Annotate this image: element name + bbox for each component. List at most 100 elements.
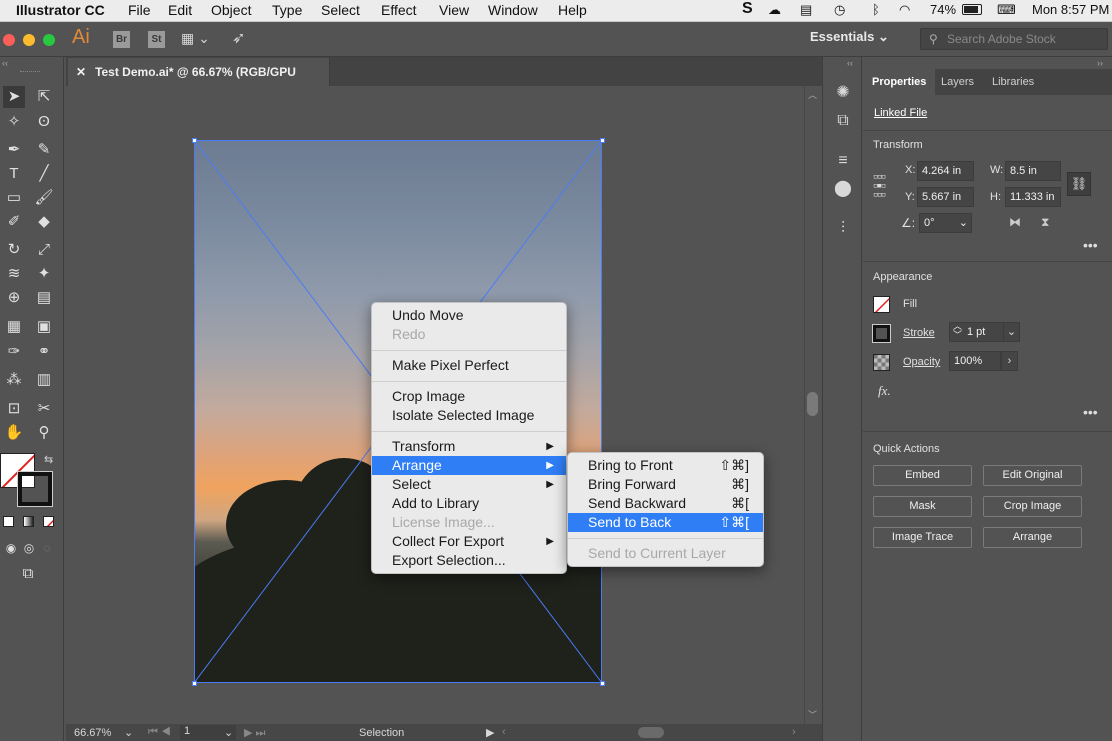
crop-image-button[interactable]: Crop Image — [983, 496, 1082, 517]
menu-item-crop-image[interactable]: Crop Image — [372, 387, 566, 406]
wifi-icon[interactable]: ◠ — [899, 2, 910, 18]
stroke-link[interactable]: Stroke — [903, 327, 935, 339]
embed-button[interactable]: Embed — [873, 465, 972, 486]
pen-tool-icon[interactable]: ✒ — [3, 139, 25, 161]
slice-tool-icon[interactable]: ✂ — [33, 398, 55, 420]
battery-icon[interactable] — [962, 4, 982, 15]
zoom-tool-icon[interactable]: ⚲ — [33, 422, 55, 444]
vertical-scrollbar[interactable]: ︿ ﹀ — [804, 86, 820, 724]
menu-type[interactable]: Type — [272, 2, 302, 18]
opacity-arrow-icon[interactable]: › — [1001, 351, 1018, 371]
screen-mode-icon[interactable]: ⧉ — [17, 563, 39, 585]
menu-object[interactable]: Object — [211, 2, 251, 18]
scroll-up-icon[interactable]: ︿ — [808, 88, 817, 101]
close-tab-icon[interactable]: ✕ — [76, 65, 86, 79]
menu-item-bring-forward[interactable]: Bring Forward ⌘] — [568, 475, 763, 494]
stroke-weight-dropdown-icon[interactable]: ⌄ — [1003, 322, 1020, 342]
menu-item-send-backward[interactable]: Send Backward ⌘[ — [568, 494, 763, 513]
scale-tool-icon[interactable]: ⤢ — [33, 239, 55, 261]
x-field[interactable]: 4.264 in — [917, 161, 974, 181]
resize-handle-nw[interactable] — [192, 138, 197, 143]
image-trace-button[interactable]: Image Trace — [873, 527, 972, 548]
horizontal-scroll-thumb[interactable] — [638, 727, 664, 738]
mask-button[interactable]: Mask — [873, 496, 972, 517]
appearance-panel-icon[interactable]: ⬤ — [832, 178, 854, 200]
line-tool-icon[interactable]: ╱ — [33, 163, 55, 185]
s-app-icon[interactable]: S — [742, 0, 753, 18]
app-menu[interactable]: Illustrator CC — [16, 2, 105, 18]
align-panel-icon[interactable]: ⫶ — [832, 218, 854, 240]
more-options-icon[interactable]: ••• — [1083, 237, 1098, 253]
constrain-proportions-icon[interactable]: ⛓ — [1067, 172, 1091, 196]
gpu-performance-icon[interactable]: ➶ — [232, 28, 245, 48]
eyedropper-icon[interactable]: ✑ — [3, 341, 25, 363]
menu-item-redo[interactable]: Redo — [372, 325, 566, 344]
expand-panels-icon[interactable]: ‹‹ — [847, 58, 853, 68]
scroll-left-icon[interactable]: ‹ — [502, 726, 506, 738]
rotate-tool-icon[interactable]: ↻ — [3, 239, 25, 261]
zoom-dropdown-icon[interactable]: ⌄ — [124, 726, 133, 739]
mesh-tool-icon[interactable]: ▦ — [3, 316, 25, 338]
gradient-tool-icon[interactable]: ▣ — [33, 316, 55, 338]
tab-properties[interactable]: Properties — [863, 69, 936, 95]
menu-item-license-image[interactable]: License Image... — [372, 513, 566, 532]
menu-item-select[interactable]: Select ▶ — [372, 475, 566, 494]
rectangle-tool-icon[interactable]: ▭ — [3, 187, 25, 209]
menu-item-send-to-current-layer[interactable]: Send to Current Layer — [568, 544, 763, 563]
stroke-color-swatch[interactable] — [872, 324, 891, 343]
fill-color-swatch[interactable] — [873, 296, 890, 313]
resize-handle-sw[interactable] — [192, 681, 197, 686]
stroke-swatch[interactable] — [17, 471, 53, 507]
status-menu-icon[interactable]: ▶ — [486, 726, 494, 739]
menu-item-add-to-library[interactable]: Add to Library — [372, 494, 566, 513]
tab-layers[interactable]: Layers — [932, 69, 983, 95]
opacity-icon[interactable] — [873, 354, 890, 371]
direct-selection-tool-icon[interactable]: ⇱ — [33, 86, 55, 108]
arrange-button[interactable]: Arrange — [983, 527, 1082, 548]
bridge-icon[interactable]: Br — [113, 31, 130, 48]
menu-item-make-pixel-perfect[interactable]: Make Pixel Perfect — [372, 356, 566, 375]
arrange-documents-icon[interactable]: ▦ ⌄ — [181, 30, 210, 47]
none-mode-icon[interactable] — [43, 516, 54, 527]
bluetooth-icon[interactable]: ᛒ — [872, 2, 880, 17]
color-guide-icon[interactable]: ✺ — [832, 82, 854, 104]
export-asset-icon[interactable]: ⧉ — [832, 110, 854, 132]
magic-wand-icon[interactable]: ✧ — [3, 111, 25, 133]
collapse-panel-icon[interactable]: ›› — [1097, 58, 1103, 68]
fx-icon[interactable]: fx. — [878, 383, 891, 399]
flip-horizontal-icon[interactable]: ⧓ — [1009, 215, 1021, 229]
resize-handle-se[interactable] — [600, 681, 605, 686]
menu-item-export-selection[interactable]: Export Selection... — [372, 551, 566, 570]
zoom-level[interactable]: 66.67% — [74, 727, 111, 739]
linked-file-link[interactable]: Linked File — [874, 107, 927, 119]
collapse-icon[interactable]: ‹‹ — [2, 58, 8, 68]
scroll-right-icon[interactable]: › — [792, 726, 796, 738]
toolbar-grip[interactable] — [20, 71, 40, 74]
shape-builder-icon[interactable]: ⊕ — [3, 287, 25, 309]
stepper-icon[interactable]: ︿ ﹀ — [953, 322, 962, 340]
tab-libraries[interactable]: Libraries — [983, 69, 1043, 95]
artboard-tool-icon[interactable]: ⊡ — [3, 398, 25, 420]
shaper-tool-icon[interactable]: ✐ — [3, 211, 25, 233]
time-machine-icon[interactable]: ◷ — [834, 2, 845, 18]
artboard-dropdown-icon[interactable]: ⌄ — [224, 726, 233, 739]
perspective-grid-icon[interactable]: ▤ — [33, 287, 55, 309]
menu-effect[interactable]: Effect — [381, 2, 417, 18]
w-field[interactable]: 8.5 in — [1005, 161, 1061, 181]
opacity-field[interactable]: 100% — [949, 351, 1001, 371]
curvature-tool-icon[interactable]: ✎ — [33, 139, 55, 161]
stroke-weight-field[interactable]: ︿ ﹀ 1 pt — [949, 322, 1004, 342]
h-field[interactable]: 11.333 in — [1005, 187, 1061, 207]
scroll-down-icon[interactable]: ﹀ — [808, 708, 817, 721]
resize-handle-ne[interactable] — [600, 138, 605, 143]
paintbrush-icon[interactable]: 🖌 — [33, 187, 55, 209]
menu-file[interactable]: File — [128, 2, 151, 18]
menu-select[interactable]: Select — [321, 2, 360, 18]
draw-inside-icon[interactable]: ◌ — [36, 537, 58, 559]
stack-icon[interactable]: ▤ — [800, 2, 812, 18]
opacity-link[interactable]: Opacity — [903, 356, 940, 368]
clock[interactable]: Mon 8:57 PM — [1032, 2, 1109, 17]
rotate-angle-field[interactable]: 0° ⌄ — [919, 213, 972, 233]
graph-tool-icon[interactable]: ▥ — [33, 369, 55, 391]
close-window-button[interactable] — [3, 34, 15, 46]
